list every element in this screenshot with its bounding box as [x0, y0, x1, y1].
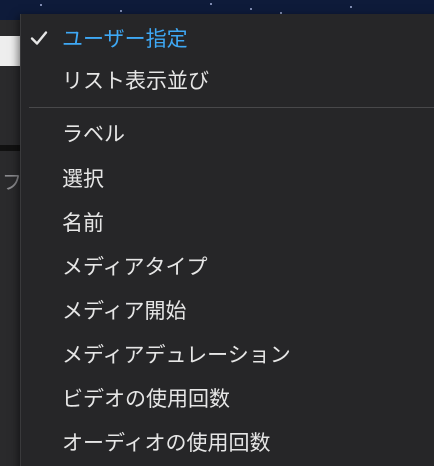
menu-item-label: 選択	[62, 167, 104, 191]
menu-item-media-type[interactable]: メディアタイプ	[21, 247, 434, 285]
checkmark-icon	[30, 31, 48, 45]
menu-item-video-usage-count[interactable]: ビデオの使用回数	[21, 379, 434, 417]
sort-menu: ユーザー指定 リスト表示並び ラベル 選択 名前 メディアタイプ メディア開始 …	[20, 14, 434, 466]
menu-item-audio-usage-count[interactable]: オーディオの使用回数	[21, 423, 434, 461]
menu-item-label: オーディオの使用回数	[62, 431, 271, 455]
background-partial-label: フ	[2, 170, 22, 194]
menu-item-label: ビデオの使用回数	[62, 387, 230, 411]
menu-item-label: リスト表示並び	[62, 69, 209, 93]
menu-item-label-sort[interactable]: ラベル	[21, 114, 434, 152]
menu-item-selection[interactable]: 選択	[21, 159, 434, 197]
menu-item-name[interactable]: 名前	[21, 203, 434, 241]
menu-item-label: ユーザー指定	[62, 27, 188, 51]
menu-item-custom[interactable]: ユーザー指定	[21, 19, 434, 57]
menu-item-label: メディアタイプ	[62, 255, 208, 279]
menu-item-list-order[interactable]: リスト表示並び	[21, 61, 434, 99]
menu-item-label: ラベル	[62, 122, 125, 146]
menu-item-label: 名前	[62, 211, 104, 235]
menu-item-media-start[interactable]: メディア開始	[21, 291, 434, 329]
menu-separator	[29, 107, 434, 108]
screen: フ ユーザー指定 リスト表示並び ラベル 選択 名前 メディアタイプ メディア開…	[0, 0, 434, 466]
menu-item-media-duration[interactable]: メディアデュレーション	[21, 335, 434, 373]
menu-item-label: メディア開始	[62, 299, 187, 323]
background-divider	[0, 145, 20, 151]
menu-item-label: メディアデュレーション	[62, 343, 291, 367]
